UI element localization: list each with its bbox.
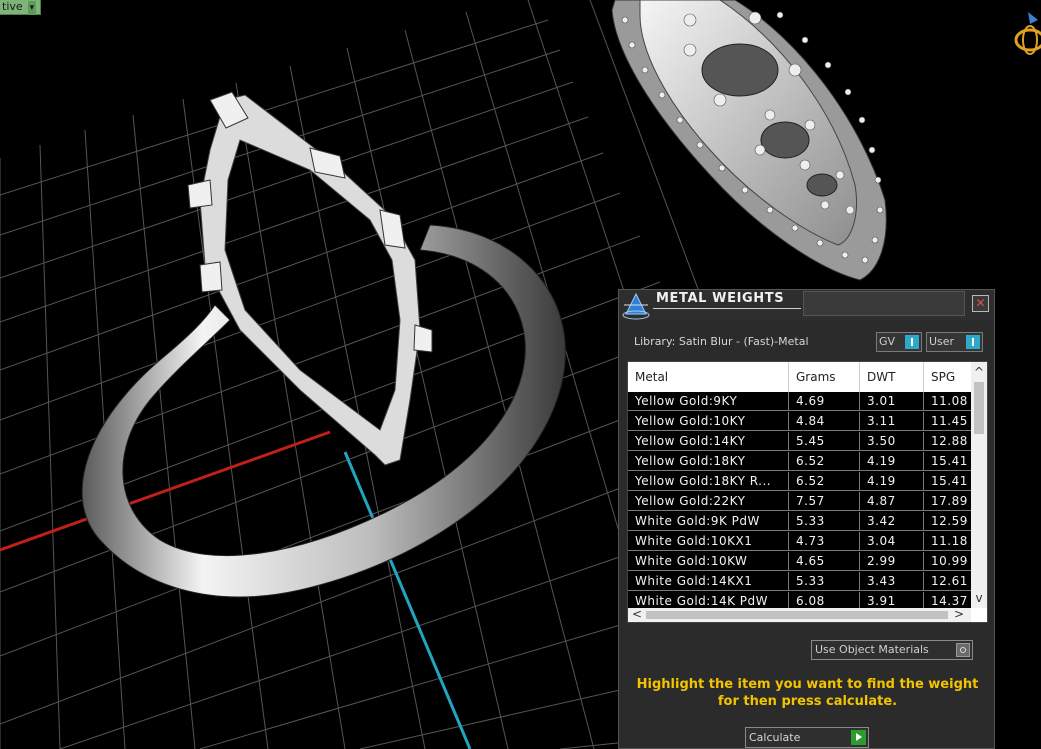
cell-spg: 12.59 (924, 512, 971, 531)
cell-spg: 12.88 (924, 432, 971, 451)
table-row[interactable]: White Gold:10KW 4.65 2.99 10.99 (628, 552, 971, 572)
chevron-down-icon: ▾ (27, 1, 37, 15)
cell-grams: 6.52 (789, 452, 860, 471)
table-row[interactable]: Yellow Gold:22KY 7.57 4.87 17.89 (628, 492, 971, 512)
column-header-spg[interactable]: SPG (924, 362, 972, 392)
cell-spg: 17.89 (924, 492, 971, 511)
cell-spg: 11.08 (924, 392, 971, 411)
user-toggle-switch-icon (966, 335, 980, 349)
cell-grams: 5.33 (789, 512, 860, 531)
cell-grams: 5.33 (789, 572, 860, 591)
close-button[interactable]: ✕ (972, 295, 989, 312)
cell-metal: Yellow Gold:18KY R... (628, 472, 789, 491)
cell-dwt: 4.87 (860, 492, 924, 511)
cell-metal: Yellow Gold:9KY (628, 392, 789, 411)
scroll-up-icon[interactable]: ^ (971, 364, 987, 380)
table-row[interactable]: Yellow Gold:14KY 5.45 3.50 12.88 (628, 432, 971, 452)
cell-metal: Yellow Gold:18KY (628, 452, 789, 471)
table-row[interactable]: Yellow Gold:18KY 6.52 4.19 15.41 (628, 452, 971, 472)
table-header: Metal Grams DWT SPG (628, 362, 971, 392)
cell-dwt: 3.43 (860, 572, 924, 591)
table-row[interactable]: Yellow Gold:10KY 4.84 3.11 11.45 (628, 412, 971, 432)
metal-weights-panel: METAL WEIGHTS ✕ Library: Satin Blur - (F… (618, 289, 995, 749)
use-object-materials-option[interactable]: Use Object Materials (811, 640, 973, 660)
scroll-right-icon[interactable]: > (952, 608, 966, 622)
view-mode-label: tive (2, 0, 23, 13)
metal-weights-logo-icon (622, 292, 650, 320)
cell-spg: 10.99 (924, 552, 971, 571)
play-icon (851, 730, 866, 745)
cell-grams: 4.84 (789, 412, 860, 431)
table-row[interactable]: White Gold:9K PdW 5.33 3.42 12.59 (628, 512, 971, 532)
cell-dwt: 3.91 (860, 592, 924, 608)
vertical-scroll-thumb[interactable] (974, 382, 984, 434)
table-body: Yellow Gold:9KY 4.69 3.01 11.08 Yellow Gold… (628, 392, 971, 608)
cell-metal: Yellow Gold:14KY (628, 432, 789, 451)
cell-grams: 5.45 (789, 432, 860, 451)
cell-grams: 4.73 (789, 532, 860, 551)
table-row[interactable]: White Gold:14K PdW 6.08 3.91 14.37 (628, 592, 971, 608)
instruction-text: Highlight the item you want to find the … (636, 677, 979, 709)
cell-metal: White Gold:14K PdW (628, 592, 789, 608)
cell-spg: 11.45 (924, 412, 971, 431)
library-label: Library: Satin Blur - (Fast)-Metal (634, 335, 809, 348)
user-toggle[interactable]: User (926, 332, 983, 352)
title-divider (653, 308, 801, 309)
horizontal-scroll-thumb[interactable] (646, 611, 948, 619)
cell-metal: White Gold:14KX1 (628, 572, 789, 591)
cell-spg: 15.41 (924, 472, 971, 491)
title-drag-area[interactable] (803, 291, 965, 316)
calculate-button[interactable]: Calculate (745, 727, 869, 748)
user-toggle-label: User (929, 335, 955, 348)
cell-metal: White Gold:9K PdW (628, 512, 789, 531)
view-mode-dropdown[interactable]: tive ▾ (0, 0, 42, 15)
gv-toggle-label: GV (879, 335, 896, 348)
cell-grams: 6.52 (789, 472, 860, 491)
gv-toggle-switch-icon (905, 335, 919, 349)
cell-grams: 6.08 (789, 592, 860, 608)
cell-metal: White Gold:10KW (628, 552, 789, 571)
ring-model (81, 91, 566, 598)
metal-table: Metal Grams DWT SPG Yellow Gold:9KY 4.69 3… (627, 361, 988, 623)
vertical-scrollbar[interactable]: ^ v (971, 362, 987, 608)
cell-spg: 11.18 (924, 532, 971, 551)
cell-dwt: 4.19 (860, 472, 924, 491)
cell-dwt: 3.01 (860, 392, 924, 411)
scroll-down-icon[interactable]: v (971, 590, 987, 606)
use-object-materials-label: Use Object Materials (815, 643, 929, 656)
cell-spg: 14.37 (924, 592, 971, 608)
view-navigation-gizmo-icon[interactable] (1008, 6, 1041, 60)
cell-grams: 4.69 (789, 392, 860, 411)
cell-dwt: 3.04 (860, 532, 924, 551)
table-row[interactable]: White Gold:14KX1 5.33 3.43 12.61 (628, 572, 971, 592)
table-row[interactable]: White Gold:10KX1 4.73 3.04 11.18 (628, 532, 971, 552)
cell-dwt: 3.11 (860, 412, 924, 431)
cell-grams: 7.57 (789, 492, 860, 511)
calculate-label: Calculate (749, 731, 801, 744)
column-header-dwt[interactable]: DWT (860, 362, 924, 392)
table-row[interactable]: Yellow Gold:9KY 4.69 3.01 11.08 (628, 392, 971, 412)
table-row[interactable]: Yellow Gold:18KY R... 6.52 4.19 15.41 (628, 472, 971, 492)
cell-metal: Yellow Gold:10KY (628, 412, 789, 431)
cell-dwt: 3.50 (860, 432, 924, 451)
column-header-grams[interactable]: Grams (789, 362, 860, 392)
cell-dwt: 4.19 (860, 452, 924, 471)
cell-grams: 4.65 (789, 552, 860, 571)
panel-title: METAL WEIGHTS (656, 291, 785, 306)
scroll-left-icon[interactable]: < (630, 608, 644, 622)
radio-toggle-icon[interactable] (956, 643, 970, 657)
cell-spg: 12.61 (924, 572, 971, 591)
column-header-metal[interactable]: Metal (628, 362, 789, 392)
cell-dwt: 2.99 (860, 552, 924, 571)
x-axis-line (0, 430, 331, 552)
cell-metal: White Gold:10KX1 (628, 532, 789, 551)
gv-toggle[interactable]: GV (876, 332, 922, 352)
cell-metal: Yellow Gold:22KY (628, 492, 789, 511)
cell-dwt: 3.42 (860, 512, 924, 531)
horizontal-scrollbar[interactable]: < > (628, 608, 971, 622)
cell-spg: 15.41 (924, 452, 971, 471)
marquise-halo-model (611, 0, 887, 281)
panel-titlebar[interactable]: METAL WEIGHTS ✕ (619, 290, 994, 320)
